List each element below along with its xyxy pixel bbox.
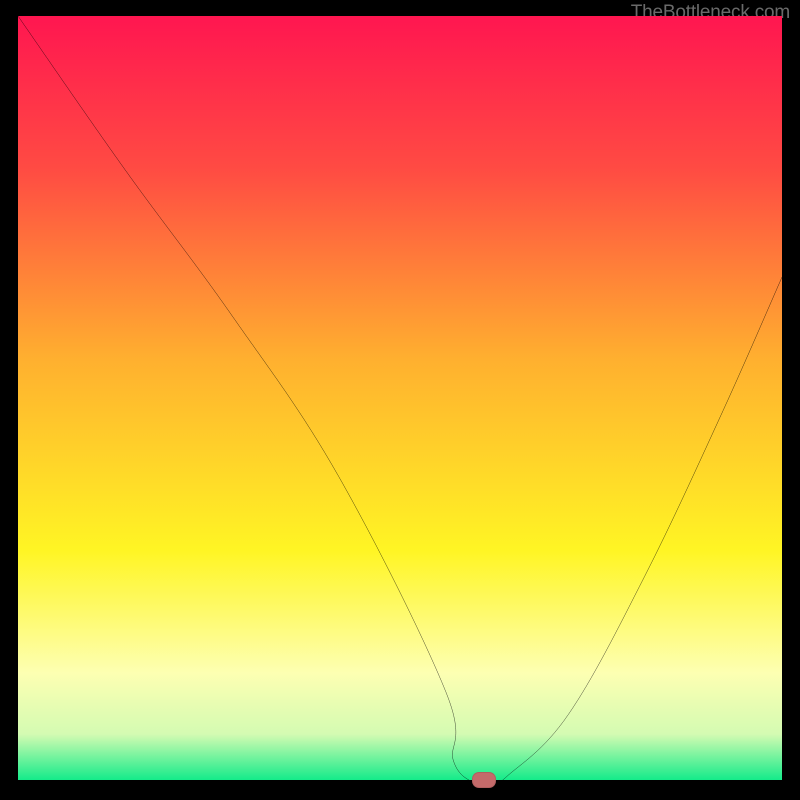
bottleneck-curve — [18, 16, 782, 784]
plot-area — [18, 16, 782, 784]
chart-canvas: TheBottleneck.com — [0, 0, 800, 800]
optimal-marker-icon — [472, 772, 496, 788]
